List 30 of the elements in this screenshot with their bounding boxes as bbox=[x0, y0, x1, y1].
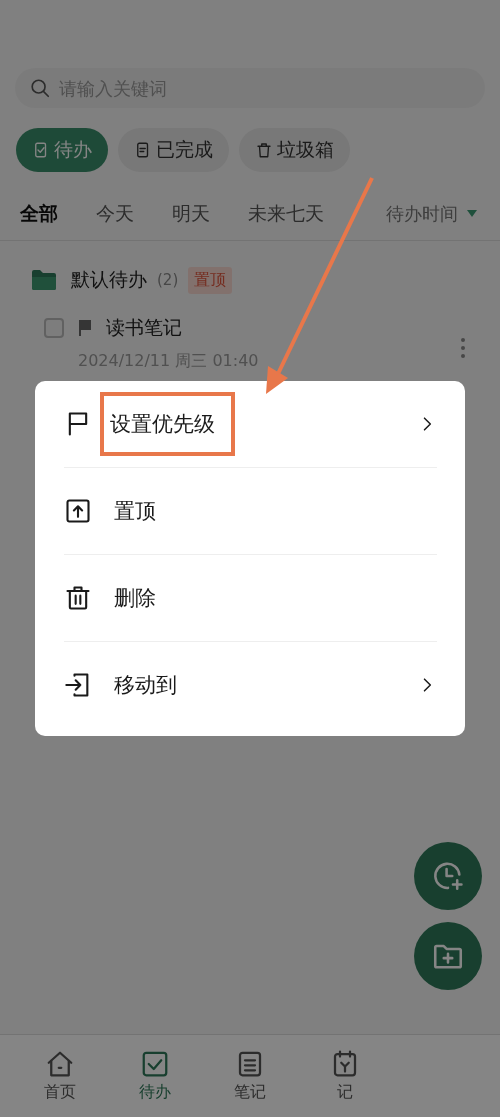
status-tab[interactable]: 已完成 bbox=[118, 128, 229, 172]
status-tab[interactable]: 垃圾箱 bbox=[239, 128, 350, 172]
menu-item[interactable]: 删除 bbox=[64, 555, 437, 641]
more-icon[interactable] bbox=[460, 337, 466, 359]
nav-tab[interactable]: 待办 bbox=[107, 1035, 202, 1117]
task-checkbox[interactable] bbox=[44, 318, 64, 338]
document-icon bbox=[255, 141, 273, 159]
pinned-badge: 置顶 bbox=[188, 266, 233, 294]
task-title[interactable]: 读书笔记 bbox=[106, 315, 182, 341]
nav-tab[interactable]: 记 bbox=[297, 1035, 392, 1117]
search-icon bbox=[29, 77, 51, 99]
group-count: (2) bbox=[157, 271, 179, 289]
trash-icon bbox=[64, 584, 92, 612]
filter-tab[interactable]: 明天 bbox=[162, 201, 220, 227]
group-name[interactable]: 默认待办 bbox=[71, 267, 147, 293]
menu-item[interactable]: 设置优先级 bbox=[64, 381, 437, 467]
status-tab[interactable]: 待办 bbox=[16, 128, 108, 172]
nav-tab[interactable]: 笔记 bbox=[202, 1035, 297, 1117]
filter-tab[interactable]: 未来七天 bbox=[238, 201, 334, 227]
folder-icon bbox=[31, 269, 57, 291]
nav-tab[interactable]: 首页 bbox=[12, 1035, 107, 1117]
menu-item[interactable]: 置顶 bbox=[64, 468, 437, 554]
filter-tab[interactable]: 今天 bbox=[86, 201, 144, 227]
menu-item[interactable]: 移动到 bbox=[64, 642, 437, 728]
flag-icon bbox=[76, 319, 94, 337]
sort-dropdown[interactable]: 待办时间 bbox=[386, 202, 490, 226]
filter-tab[interactable]: 全部 bbox=[10, 201, 68, 227]
highlight-frame: 设置优先级 bbox=[100, 392, 235, 456]
pin-to-top-icon bbox=[64, 497, 92, 525]
dropdown-triangle-icon bbox=[466, 209, 478, 219]
